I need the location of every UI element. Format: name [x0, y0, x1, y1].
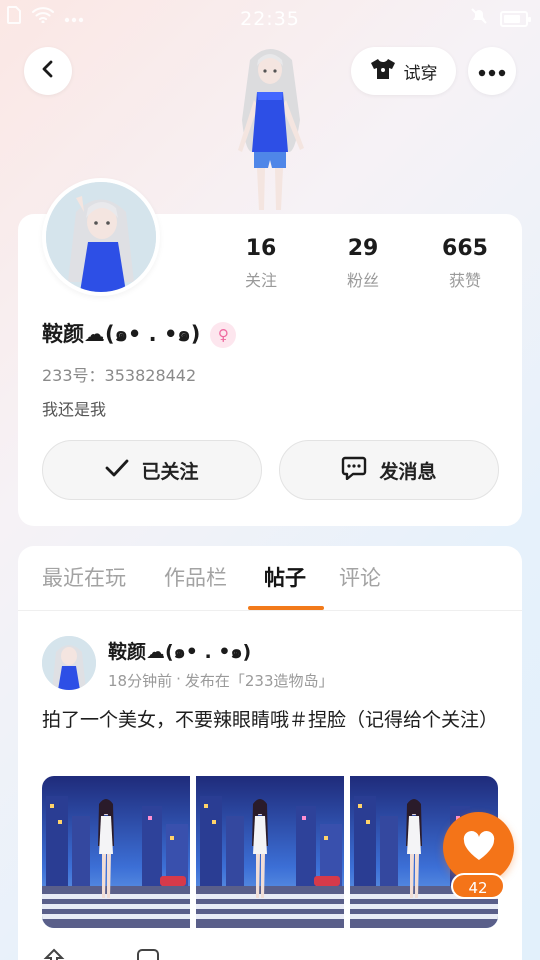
post-actions: [42, 948, 160, 960]
stat-followers-value: 29: [347, 236, 379, 261]
tshirt-icon: [370, 58, 396, 85]
send-message-button[interactable]: 发消息: [279, 440, 499, 500]
following-button[interactable]: 已关注: [42, 440, 262, 500]
more-button[interactable]: [468, 47, 516, 95]
status-right-icons: [470, 7, 531, 30]
back-button[interactable]: [24, 47, 72, 95]
profile-username: 鞍颜☁(๑• . •๑) ♀: [42, 318, 237, 351]
post-author-name[interactable]: 鞍颜☁(๑• . •๑): [108, 637, 251, 667]
tryon-label: 试穿: [403, 63, 438, 84]
post-image[interactable]: [42, 776, 190, 928]
stat-likes-label: 获赞: [448, 271, 481, 290]
character-figure[interactable]: [220, 40, 320, 215]
profile-username-text: 鞍颜☁(๑• . •๑): [42, 322, 201, 346]
post-meta-separator: ·: [176, 670, 181, 688]
chat-icon: [341, 456, 367, 485]
back-icon: [38, 59, 58, 83]
tab-recently-played[interactable]: 最近在玩: [42, 562, 126, 592]
tab-works[interactable]: 作品栏: [164, 562, 227, 592]
following-label: 已关注: [141, 460, 199, 483]
check-icon: [105, 458, 129, 483]
post-meta: 18分钟前 · 发布在「233造物岛」: [108, 670, 334, 691]
post-image[interactable]: [196, 776, 344, 928]
profile-page: 22:35 试穿 16 关注 29 粉丝 665 获赞 鞍颜☁(๑• . •๑)…: [0, 0, 540, 960]
share-icon[interactable]: [42, 948, 66, 960]
tryon-button[interactable]: 试穿: [351, 47, 456, 95]
profile-uid: 233号：353828442: [42, 366, 197, 385]
tabs-divider: [18, 610, 522, 611]
tab-posts[interactable]: 帖子: [264, 562, 306, 592]
stat-followers-label: 粉丝: [346, 271, 379, 290]
profile-bio: 我还是我: [42, 400, 107, 419]
post-images: [42, 776, 498, 928]
stat-following-value: 16: [245, 236, 277, 261]
post-author-avatar[interactable]: [42, 636, 96, 690]
post-time: 18分钟前: [108, 672, 173, 690]
female-icon: ♀: [210, 321, 237, 348]
status-bar: 22:35: [0, 0, 540, 36]
battery-icon: [500, 10, 531, 27]
send-message-label: 发消息: [379, 460, 437, 483]
heart-icon: [462, 830, 496, 865]
more-icon: [478, 62, 506, 81]
profile-avatar[interactable]: [42, 178, 160, 296]
stat-followers[interactable]: 29 粉丝: [318, 236, 408, 291]
stat-likes[interactable]: 665 获赞: [420, 236, 510, 291]
tab-comments[interactable]: 评论: [339, 562, 381, 592]
stat-likes-value: 665: [442, 236, 488, 261]
status-time: 22:35: [240, 8, 300, 30]
post-published-in[interactable]: 发布在「233造物岛」: [185, 670, 334, 691]
post-text[interactable]: 拍了一个美女，不要辣眼睛哦＃捏脸（记得给个关注）: [42, 706, 498, 734]
mute-icon: [470, 7, 488, 30]
comment-icon[interactable]: [136, 948, 160, 960]
stat-following[interactable]: 16 关注: [216, 236, 306, 291]
battery-level: [504, 14, 520, 23]
stat-following-label: 关注: [244, 271, 277, 290]
like-count: 42: [451, 873, 505, 899]
